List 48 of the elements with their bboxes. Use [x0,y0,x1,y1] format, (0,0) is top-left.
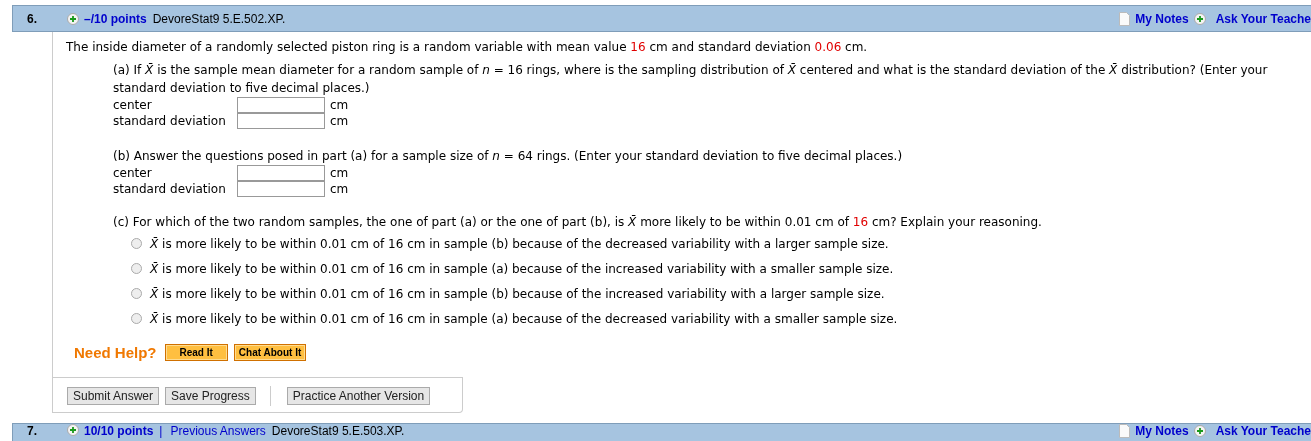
option-text: X̄ is more likely to be within 0.01 cm of 16 cm in sample (a) because of the increased variability with a smaller sample size. [150,261,894,276]
part-prompt: (b) Answer the questions posed in part (a) for a sample size of n = 64 rings. (Enter your standard deviation to five decimal places.) [113,148,904,165]
points-link[interactable]: 10/10 points [84,424,154,438]
note-icon[interactable] [1119,424,1131,438]
previous-answers-link[interactable]: Previous Answers [170,424,266,438]
action-button[interactable]: Submit Answer [67,387,160,405]
action-button[interactable]: Practice Another Version [286,387,431,405]
answer-field[interactable] [237,113,325,129]
plus-icon[interactable] [67,424,79,436]
option-text: X̄ is more likely to be within 0.01 cm of 16 cm in sample (b) because of the increased variability with a larger sample size. [150,286,885,301]
radio-button[interactable] [131,238,142,249]
help-button[interactable]: Read It [164,343,228,361]
question-number: 6. [27,11,38,26]
question-source: DevoreStat9 5.E.503.XP. [271,424,405,438]
unit-label: cm [330,166,349,180]
radio-button[interactable] [131,288,142,299]
answer-field[interactable] [237,97,325,113]
need-help-label: Need Help? [74,343,157,361]
option-text: X̄ is more likely to be within 0.01 cm of 16 cm in sample (a) because of the decreased variability with a smaller sample size. [150,311,898,326]
answer-field[interactable] [237,165,325,181]
radio-button[interactable] [131,263,142,274]
option-text: X̄ is more likely to be within 0.01 cm of 16 cm in sample (b) because of the decreased variability with a larger sample size. [150,236,889,251]
field-label: standard deviation [113,114,227,128]
unit-label: cm [330,182,349,196]
my-notes-link[interactable]: My Notes [1135,424,1189,438]
help-button[interactable]: Chat About It [233,343,307,361]
answer-field[interactable] [237,181,325,197]
question-text: The inside diameter of a randomly selected piston ring is a random variable with mean value 16 cm and standard deviation 0.06 cm. [66,39,869,56]
separator-text: | [159,424,163,438]
question-number: 7. [27,424,38,438]
field-label: center [113,166,153,180]
action-button[interactable]: Save Progress [165,387,256,405]
my-notes-link[interactable]: My Notes [1135,11,1189,26]
plus-icon[interactable] [1193,425,1206,437]
unit-label: cm [330,98,349,112]
part-prompt: (a) If X̄ is the sample mean diameter for a random sample of n = 16 rings, where is the sampling distribution of X̄ centered and what is the standard deviation of the X̄ distribution? (Enter your standard deviation to five decimal places.) [113,62,1269,97]
unit-label: cm [330,114,349,128]
question-source: DevoreStat9 5.E.502.XP. [152,11,286,26]
field-label: standard deviation [113,182,227,196]
note-icon[interactable] [1119,11,1131,26]
field-label: center [113,98,153,112]
part-prompt: (c) For which of the two random samples, the one of part (a) or the one of part (b), is X̄ more likely to be within 0.01 cm of 16 cm? Explain your reasoning. [113,214,1043,231]
ask-teacher-link[interactable]: Ask Your Teache [1215,424,1311,438]
ask-teacher-link[interactable]: Ask Your Teache [1215,11,1311,26]
points-link[interactable]: –/10 points [84,11,147,26]
plus-icon[interactable] [1193,12,1206,25]
plus-icon[interactable] [67,12,79,25]
radio-button[interactable] [131,313,142,324]
